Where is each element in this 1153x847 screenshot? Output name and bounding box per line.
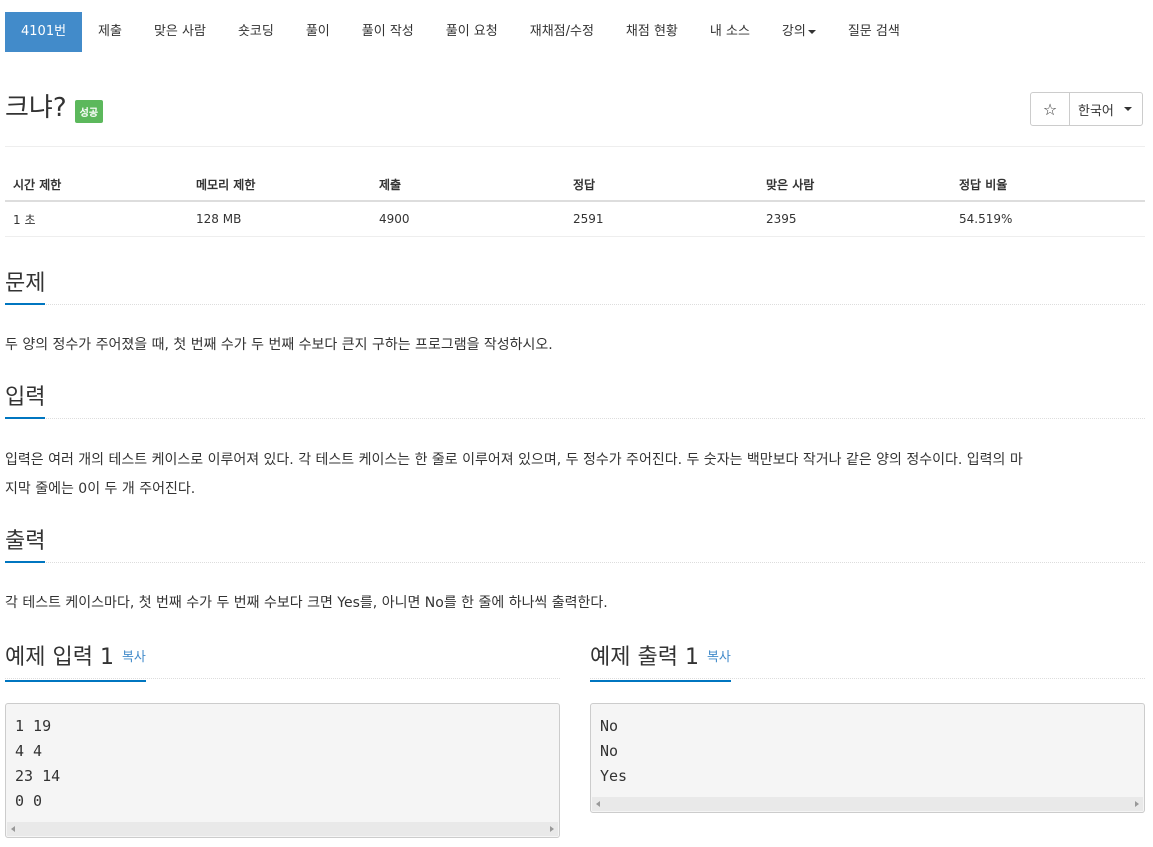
problem-title: 크냐? — [5, 93, 67, 123]
sample-input-box[interactable]: 1 19 4 4 23 14 0 0 — [5, 703, 560, 838]
submissions-cell[interactable]: 4900 — [371, 201, 565, 237]
code-line: 1 19 — [15, 717, 52, 735]
problem-section-header: 문제 — [5, 266, 1145, 305]
code-line: Yes — [600, 767, 628, 785]
title-divider — [5, 146, 1145, 147]
nav-write-solution[interactable]: 풀이 작성 — [346, 12, 430, 52]
table-header: 맞은 사람 — [758, 169, 951, 202]
scroll-right-icon[interactable] — [550, 826, 554, 832]
problem-info-table: 시간 제한 메모리 제한 제출 정답 맞은 사람 정답 비율 1 초 128 M… — [5, 169, 1145, 237]
scroll-left-icon[interactable] — [596, 801, 600, 807]
output-section-header: 출력 — [5, 524, 1145, 563]
problem-description: 두 양의 정수가 주어졌을 때, 첫 번째 수가 두 번째 수보다 큰지 구하는… — [5, 337, 553, 353]
time-limit-cell: 1 초 — [5, 201, 188, 237]
sample-input-header: 예제 입력 1 복사 — [5, 640, 560, 682]
sample-output-header: 예제 출력 1 복사 — [590, 640, 1145, 682]
nav-status[interactable]: 채점 현황 — [610, 12, 694, 52]
horizontal-scrollbar[interactable] — [592, 797, 1143, 811]
sample-input-title: 예제 입력 1 — [5, 645, 114, 670]
horizontal-scrollbar[interactable] — [7, 822, 558, 836]
sample-input-content: 1 19 4 4 23 14 0 0 — [6, 704, 559, 814]
status-badge: 성공 — [74, 99, 104, 123]
language-dropdown[interactable]: 한국어 — [1070, 93, 1142, 125]
code-line: No — [600, 742, 619, 760]
section-divider — [5, 418, 1145, 419]
section-divider — [5, 562, 1145, 563]
nav-short-coding[interactable]: 숏코딩 — [222, 12, 290, 52]
nav-lecture-label: 강의 — [781, 24, 806, 39]
table-header: 시간 제한 — [5, 169, 188, 202]
nav-my-source[interactable]: 내 소스 — [694, 12, 766, 52]
accepted-cell[interactable]: 2591 — [565, 201, 758, 237]
nav-solution[interactable]: 풀이 — [290, 12, 346, 52]
caret-down-icon — [1123, 107, 1132, 111]
output-heading: 출력 — [5, 524, 46, 563]
copy-output-button[interactable]: 복사 — [707, 650, 731, 665]
table-header-row: 시간 제한 메모리 제한 제출 정답 맞은 사람 정답 비율 — [5, 169, 1145, 202]
scroll-right-icon[interactable] — [1135, 801, 1139, 807]
solvers-cell[interactable]: 2395 — [758, 201, 951, 237]
sample-output-content: No No Yes — [591, 704, 1144, 789]
table-header: 메모리 제한 — [188, 169, 371, 202]
nav-question-search[interactable]: 질문 검색 — [832, 12, 916, 52]
problem-heading: 문제 — [5, 266, 46, 305]
nav-submit[interactable]: 제출 — [82, 12, 138, 52]
input-description-line: 지막 줄에는 0이 두 개 주어진다. — [5, 481, 196, 497]
nav-lecture-dropdown[interactable]: 강의 — [766, 12, 832, 52]
code-line: 23 14 — [15, 767, 61, 785]
nav-request-solution[interactable]: 풀이 요청 — [430, 12, 514, 52]
sample-output-heading: 예제 출력 1 복사 — [590, 640, 731, 682]
input-section-header: 입력 — [5, 380, 1145, 419]
sample-input-heading: 예제 입력 1 복사 — [5, 640, 146, 682]
table-header: 정답 — [565, 169, 758, 202]
input-description: 입력은 여러 개의 테스트 케이스로 이루어져 있다. 각 테스트 케이스는 한… — [5, 446, 1145, 504]
code-line: 0 0 — [15, 792, 43, 810]
table-header: 정답 비율 — [951, 169, 1145, 202]
star-icon[interactable]: ☆ — [1031, 93, 1070, 125]
sample-output-title: 예제 출력 1 — [590, 645, 699, 670]
code-line: No — [600, 717, 619, 735]
memory-limit-cell: 128 MB — [188, 201, 371, 237]
nav-solvers[interactable]: 맞은 사람 — [138, 12, 222, 52]
table-row: 1 초 128 MB 4900 2591 2395 54.519% — [5, 201, 1145, 237]
nav-problem-number[interactable]: 4101번 — [5, 12, 83, 52]
ratio-cell: 54.519% — [951, 201, 1145, 237]
problem-page: 4101번 제출 맞은 사람 숏코딩 풀이 풀이 작성 풀이 요청 재채점/수정… — [0, 0, 1153, 847]
input-description-line: 입력은 여러 개의 테스트 케이스로 이루어져 있다. 각 테스트 케이스는 한… — [5, 452, 1023, 468]
scroll-left-icon[interactable] — [11, 826, 15, 832]
output-description: 각 테스트 케이스마다, 첫 번째 수가 두 번째 수보다 크면 Yes를, 아… — [5, 595, 608, 611]
title-button-group: ☆ 한국어 — [1030, 92, 1143, 126]
caret-down-icon — [807, 29, 816, 34]
problem-nav: 4101번 제출 맞은 사람 숏코딩 풀이 풀이 작성 풀이 요청 재채점/수정… — [5, 12, 916, 52]
table-header: 제출 — [371, 169, 565, 202]
nav-rejudge[interactable]: 재채점/수정 — [514, 12, 610, 52]
language-label: 한국어 — [1078, 103, 1114, 119]
copy-input-button[interactable]: 복사 — [122, 650, 146, 665]
input-heading: 입력 — [5, 380, 46, 419]
code-line: 4 4 — [15, 742, 43, 760]
problem-title-block: 크냐? 성공 — [5, 90, 104, 126]
sample-output-box[interactable]: No No Yes — [590, 703, 1145, 813]
section-divider — [5, 304, 1145, 305]
